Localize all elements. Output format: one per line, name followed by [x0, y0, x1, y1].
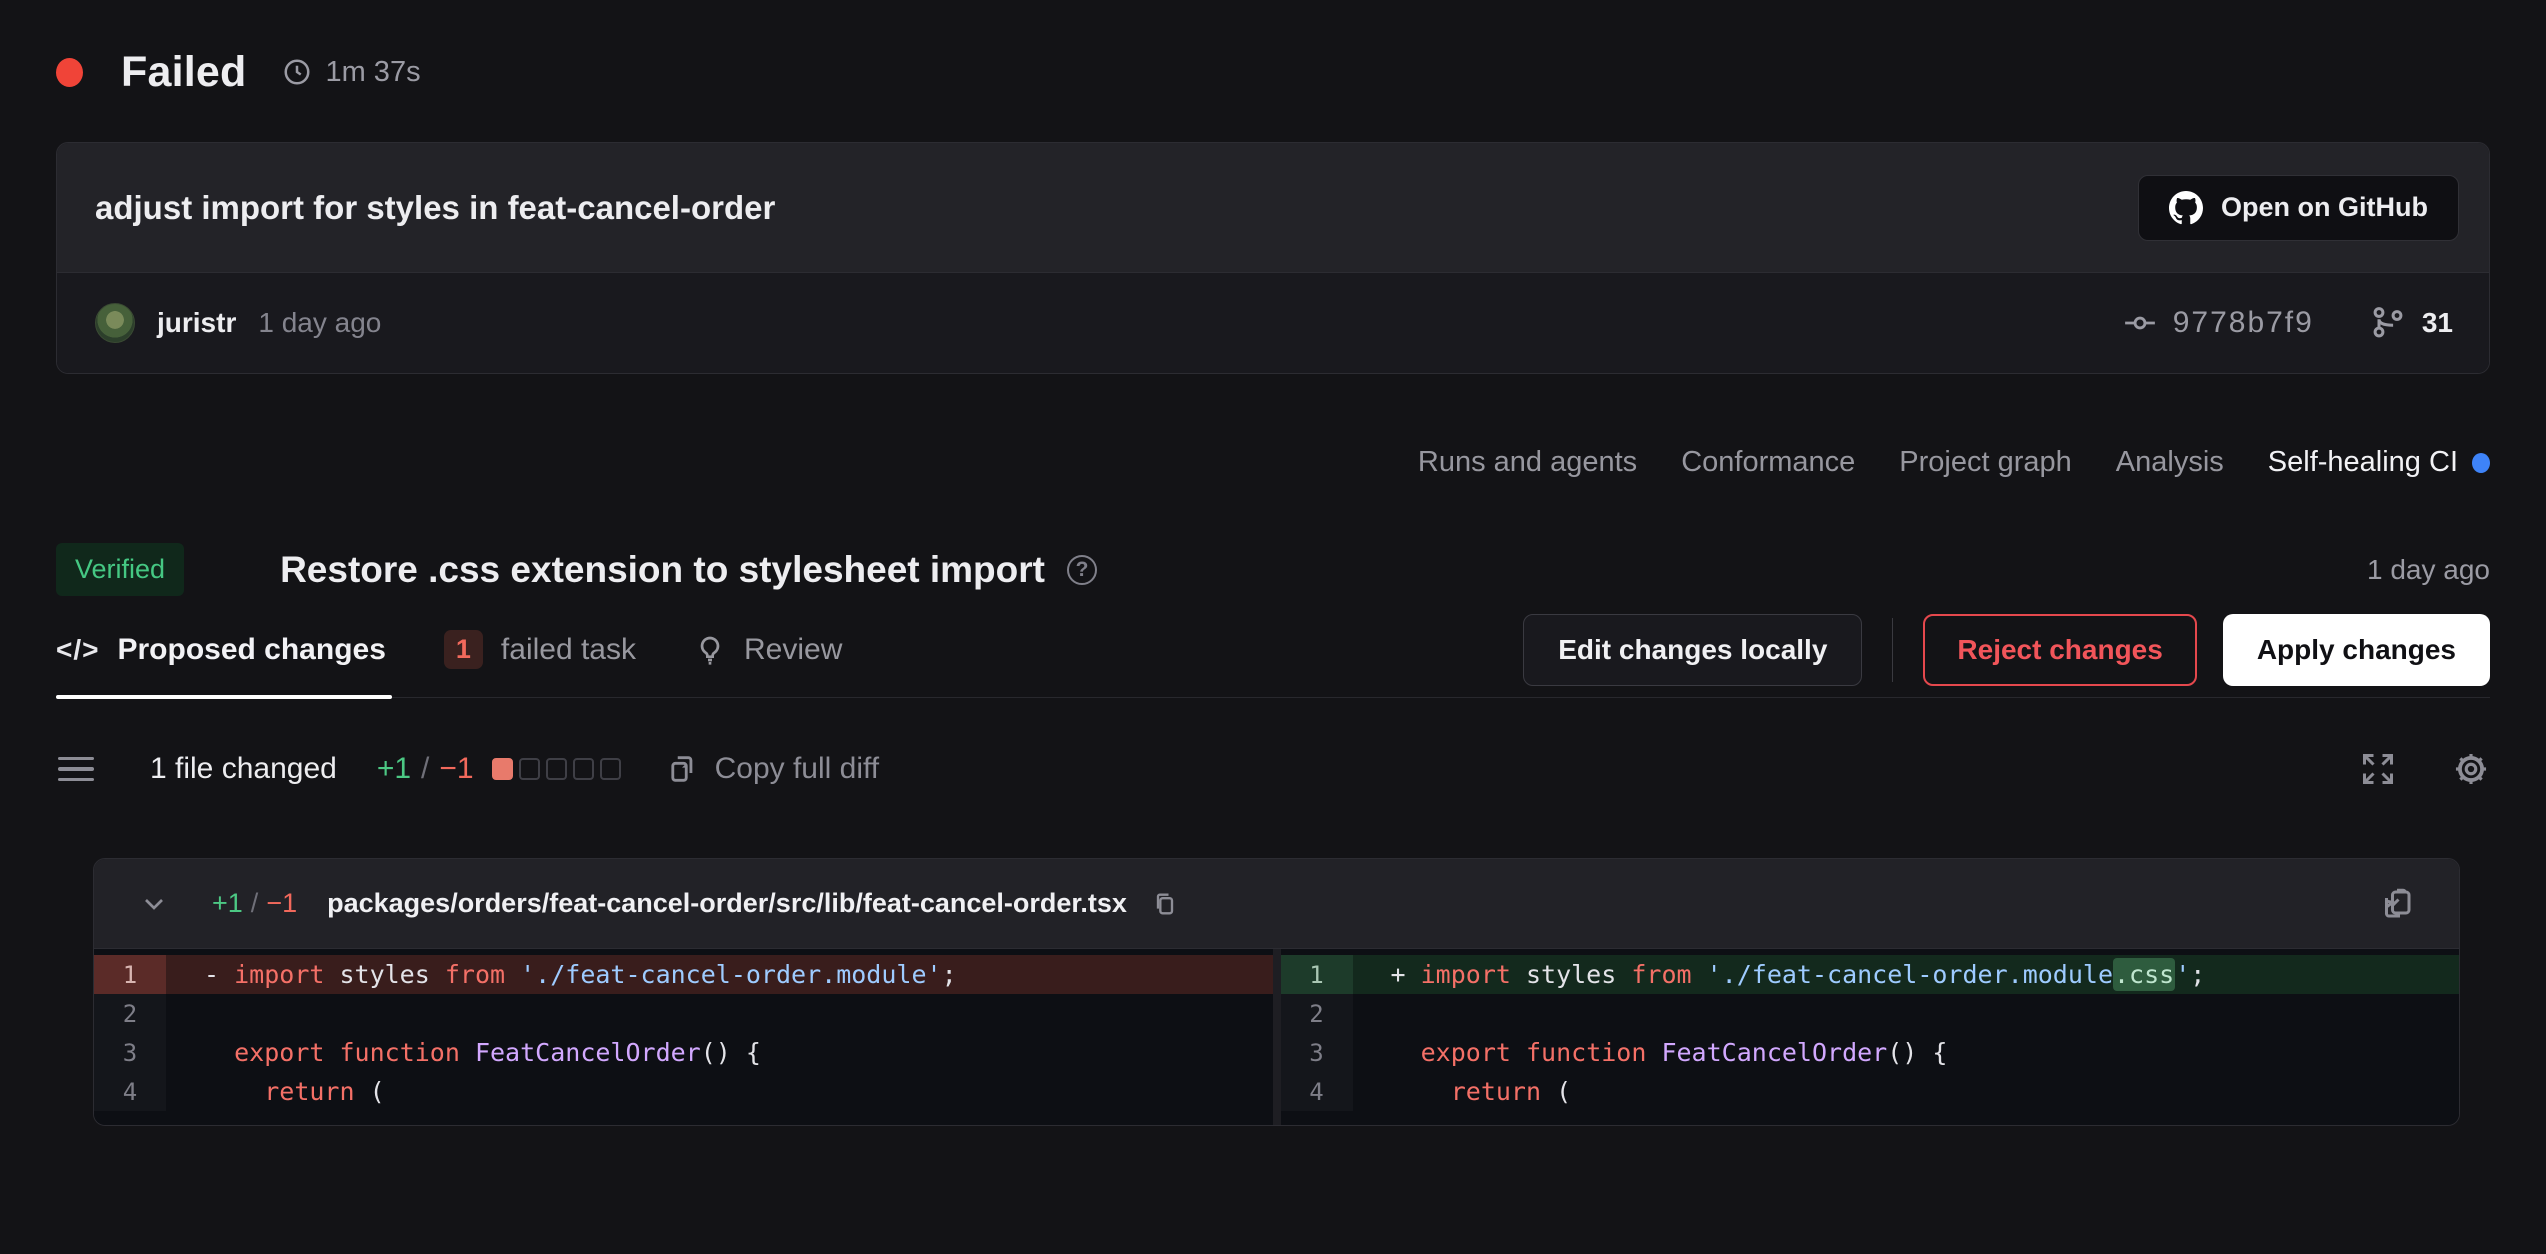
diff-body: 1- import styles from './feat-cancel-ord…: [94, 949, 2459, 1125]
branch-count[interactable]: 31: [2370, 305, 2453, 341]
line-number: 2: [1281, 994, 1353, 1033]
diff-file-header: +1 / −1 packages/orders/feat-cancel-orde…: [94, 859, 2459, 949]
commit-card: adjust import for styles in feat-cancel-…: [56, 142, 2490, 374]
reject-changes-button[interactable]: Reject changes: [1923, 614, 2196, 686]
tab-review[interactable]: Review: [694, 602, 842, 697]
commit-card-header: adjust import for styles in feat-cancel-…: [57, 143, 2489, 273]
diffstat-squares: [492, 758, 621, 780]
nav-project-graph[interactable]: Project graph: [1899, 446, 2072, 479]
code-text: export function FeatCancelOrder() {: [1353, 1038, 1948, 1067]
edit-changes-locally-button[interactable]: Edit changes locally: [1523, 614, 1862, 686]
diff-line: 4 return (: [1281, 1072, 2460, 1111]
failed-status-icon: [56, 58, 83, 87]
top-nav: Runs and agents Conformance Project grap…: [56, 446, 2490, 479]
code-text: return (: [1353, 1077, 1572, 1106]
code-text: export function FeatCancelOrder() {: [166, 1038, 761, 1067]
status-header: Failed 1m 37s: [56, 44, 2490, 100]
file-list-icon[interactable]: [56, 751, 96, 788]
diff-panel-old: 1- import styles from './feat-cancel-ord…: [94, 949, 1273, 1125]
fix-heading-row: Verified Restore .css extension to style…: [56, 543, 2490, 596]
diff-panel-divider: [1273, 949, 1281, 1125]
open-on-github-button[interactable]: Open on GitHub: [2138, 175, 2459, 241]
nav-runs-and-agents[interactable]: Runs and agents: [1418, 446, 1637, 479]
diff-line: 3 export function FeatCancelOrder() {: [1281, 1033, 2460, 1072]
file-summary-row: 1 file changed +1 / −1 Copy full diff: [56, 736, 2490, 802]
diff-card: +1 / −1 packages/orders/feat-cancel-orde…: [93, 858, 2460, 1126]
apply-changes-button[interactable]: Apply changes: [2223, 614, 2490, 686]
avatar[interactable]: [95, 303, 135, 343]
diff-line: 1- import styles from './feat-cancel-ord…: [94, 955, 1273, 994]
commit-card-meta: juristr 1 day ago 9778b7f9 31: [57, 273, 2489, 373]
line-number: 3: [1281, 1033, 1353, 1072]
code-text: return (: [166, 1077, 385, 1106]
code-text: + import styles from './feat-cancel-orde…: [1353, 960, 2206, 989]
diff-line: 4 return (: [94, 1072, 1273, 1111]
file-path: packages/orders/feat-cancel-order/src/li…: [327, 888, 1127, 919]
commit-time: 1 day ago: [258, 307, 381, 339]
failed-count-badge: 1: [444, 630, 483, 669]
commit-icon: [2123, 306, 2157, 340]
copy-icon: [665, 752, 699, 786]
code-text: - import styles from './feat-cancel-orde…: [166, 960, 957, 989]
nav-self-healing-ci[interactable]: Self-healing CI: [2268, 446, 2490, 479]
diff-view-controls: [2360, 750, 2490, 788]
diff-line: 2: [94, 994, 1273, 1033]
clipboard-icon[interactable]: [2379, 886, 2415, 922]
actions-divider: [1892, 618, 1893, 682]
diff-panel-new: 1+ import styles from './feat-cancel-ord…: [1281, 949, 2460, 1125]
line-number: 2: [94, 994, 166, 1033]
duration-text: 1m 37s: [325, 56, 420, 89]
clock-icon: [282, 57, 312, 87]
gear-icon[interactable]: [2452, 750, 2490, 788]
verified-badge: Verified: [56, 543, 184, 596]
help-icon[interactable]: ?: [1067, 555, 1097, 585]
nav-conformance[interactable]: Conformance: [1681, 446, 1855, 479]
diffstat: +1 / −1: [377, 752, 474, 786]
copy-full-diff-button[interactable]: Copy full diff: [665, 752, 880, 786]
duration: 1m 37s: [282, 56, 420, 89]
notification-dot-icon: [2472, 453, 2490, 473]
expand-icon[interactable]: [2360, 751, 2396, 787]
commit-title: adjust import for styles in feat-cancel-…: [95, 189, 2138, 227]
diff-line: 2: [1281, 994, 2460, 1033]
page: Failed 1m 37s adjust import for styles i…: [0, 0, 2546, 1126]
diff-line: 3 export function FeatCancelOrder() {: [94, 1033, 1273, 1072]
chevron-down-icon[interactable]: [138, 888, 170, 920]
git-branch-icon: [2370, 305, 2406, 341]
diff-line: 1+ import styles from './feat-cancel-ord…: [1281, 955, 2460, 994]
tab-proposed-changes[interactable]: </> Proposed changes: [56, 602, 386, 697]
fix-title: Restore .css extension to stylesheet imp…: [280, 549, 1045, 591]
github-button-label: Open on GitHub: [2221, 192, 2428, 223]
action-buttons: Edit changes locally Reject changes Appl…: [1523, 614, 2490, 686]
file-diffstat: +1 / −1: [212, 888, 297, 919]
line-number: 4: [1281, 1072, 1353, 1111]
tabs-row: </> Proposed changes 1 failed task Revie…: [56, 602, 2490, 698]
tab-failed-task[interactable]: 1 failed task: [444, 602, 636, 697]
fix-time: 1 day ago: [2367, 554, 2490, 586]
nav-analysis[interactable]: Analysis: [2116, 446, 2224, 479]
copy-path-icon[interactable]: [1151, 890, 1179, 918]
line-number: 4: [94, 1072, 166, 1111]
line-number: 3: [94, 1033, 166, 1072]
commit-hash[interactable]: 9778b7f9: [2123, 306, 2314, 340]
github-icon: [2169, 191, 2203, 225]
line-number: 1: [94, 955, 166, 994]
files-changed-label: 1 file changed: [150, 752, 337, 786]
lightbulb-icon: [694, 634, 726, 666]
code-icon: </>: [56, 634, 99, 666]
status-title: Failed: [121, 48, 246, 97]
tabs: </> Proposed changes 1 failed task Revie…: [56, 602, 842, 697]
line-number: 1: [1281, 955, 1353, 994]
author-name: juristr: [157, 307, 236, 339]
